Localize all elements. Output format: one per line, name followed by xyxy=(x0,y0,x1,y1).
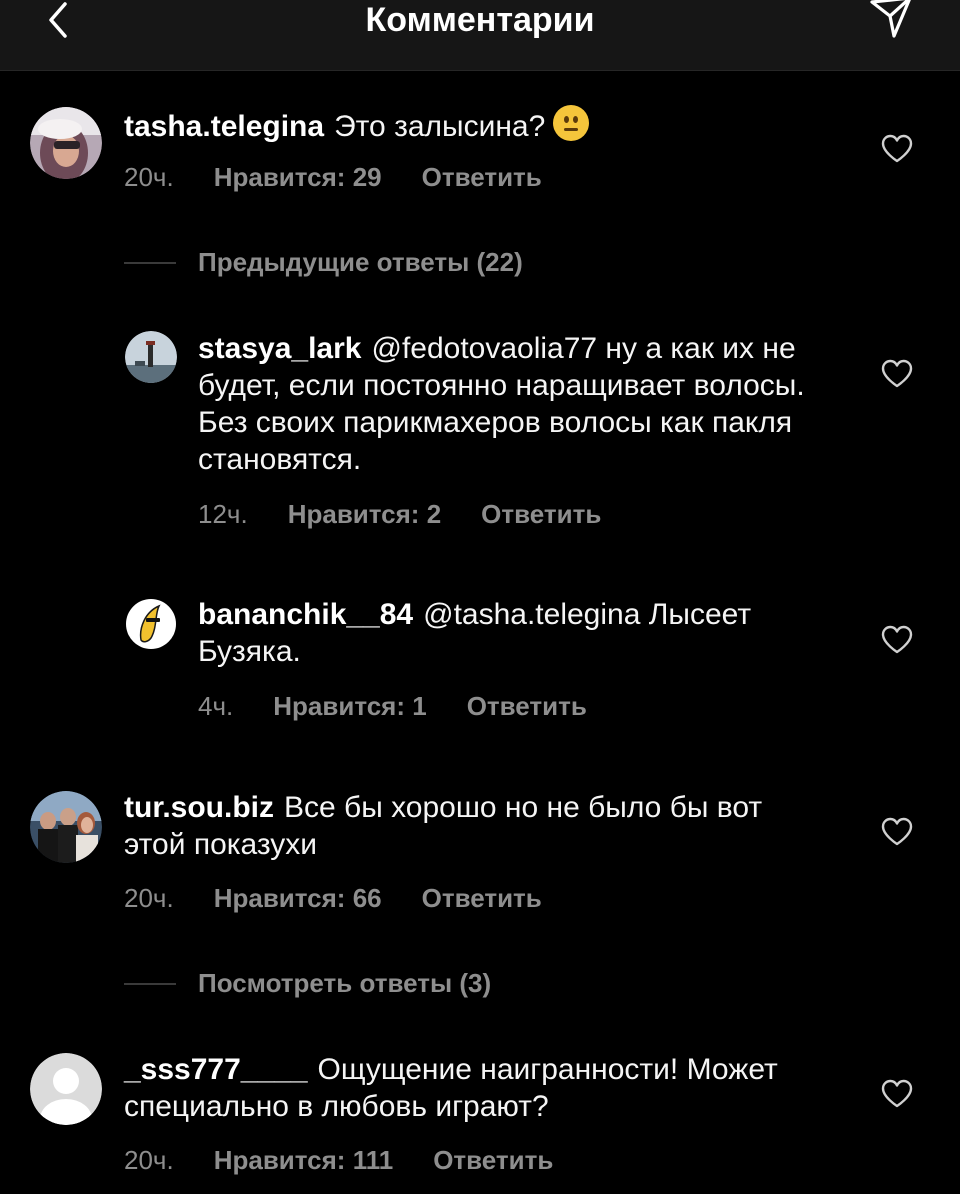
comment-text: _sss777____ Ощущение наигранности! Может … xyxy=(124,1051,824,1125)
comment-text: tasha.telegina Это залысина? xyxy=(124,105,824,145)
thread-divider xyxy=(124,982,176,985)
comment-likes[interactable]: Нравится: 111 xyxy=(214,1145,394,1176)
comment-meta: 4ч. Нравится: 1 Ответить xyxy=(198,691,587,722)
comment-text: bananchik__84 @tasha.telegina Лысеет Бузя… xyxy=(198,596,838,670)
heart-outline-icon[interactable] xyxy=(880,1078,914,1110)
comment-meta: 20ч. Нравится: 66 Ответить xyxy=(124,883,542,914)
avatar[interactable] xyxy=(125,331,177,383)
comment-time: 20ч. xyxy=(124,162,174,192)
comment-likes[interactable]: Нравится: 66 xyxy=(214,883,382,914)
comment-meta: 20ч. Нравится: 29 Ответить xyxy=(124,162,542,193)
header-bar: Комментарии xyxy=(0,0,960,71)
avatar[interactable] xyxy=(125,598,177,650)
comment-meta: 20ч. Нравится: 111 Ответить xyxy=(124,1145,553,1176)
view-previous-replies[interactable]: Предыдущие ответы (22) xyxy=(124,247,523,278)
comment-likes[interactable]: Нравится: 1 xyxy=(273,691,426,722)
avatar[interactable] xyxy=(30,1053,102,1125)
heart-outline-icon[interactable] xyxy=(880,358,914,390)
avatar[interactable] xyxy=(30,791,102,863)
reply-button[interactable]: Ответить xyxy=(433,1145,553,1176)
thread-label: Предыдущие ответы (22) xyxy=(198,247,523,277)
reply-button[interactable]: Ответить xyxy=(481,499,601,530)
comment-body: Это залысина? xyxy=(334,110,546,143)
reply-button[interactable]: Ответить xyxy=(422,883,542,914)
comment-username[interactable]: _sss777____ xyxy=(124,1053,308,1086)
paper-plane-icon xyxy=(870,0,911,38)
comment-meta: 12ч. Нравится: 2 Ответить xyxy=(198,499,601,530)
comment-text: tur.sou.biz Все бы хорошо но не было бы в… xyxy=(124,789,824,863)
comment-username[interactable]: bananchik__84 xyxy=(198,598,413,631)
comment-time: 20ч. xyxy=(124,883,174,913)
neutral-face-emoji xyxy=(553,105,590,141)
avatar[interactable] xyxy=(30,107,102,179)
heart-outline-icon[interactable] xyxy=(880,133,914,165)
comment-time: 12ч. xyxy=(198,499,248,529)
share-button[interactable] xyxy=(868,0,914,40)
heart-outline-icon[interactable] xyxy=(880,816,914,848)
comment-text: stasya_lark @fedotovaolia77 ну а как их н… xyxy=(198,330,838,478)
comment-time: 20ч. xyxy=(124,1145,174,1175)
heart-outline-icon[interactable] xyxy=(880,624,914,656)
comment-username[interactable]: stasya_lark xyxy=(198,332,361,365)
reply-button[interactable]: Ответить xyxy=(467,691,587,722)
view-replies[interactable]: Посмотреть ответы (3) xyxy=(124,968,491,999)
page-title: Комментарии xyxy=(365,1,595,39)
thread-label: Посмотреть ответы (3) xyxy=(198,968,492,998)
comment-likes[interactable]: Нравится: 2 xyxy=(288,499,441,530)
reply-button[interactable]: Ответить xyxy=(422,162,542,193)
comment-username[interactable]: tur.sou.biz xyxy=(124,791,274,824)
comment-time: 4ч. xyxy=(198,691,234,721)
comment-username[interactable]: tasha.telegina xyxy=(124,110,324,143)
thread-divider xyxy=(124,261,176,264)
comment-likes[interactable]: Нравится: 29 xyxy=(214,162,382,193)
